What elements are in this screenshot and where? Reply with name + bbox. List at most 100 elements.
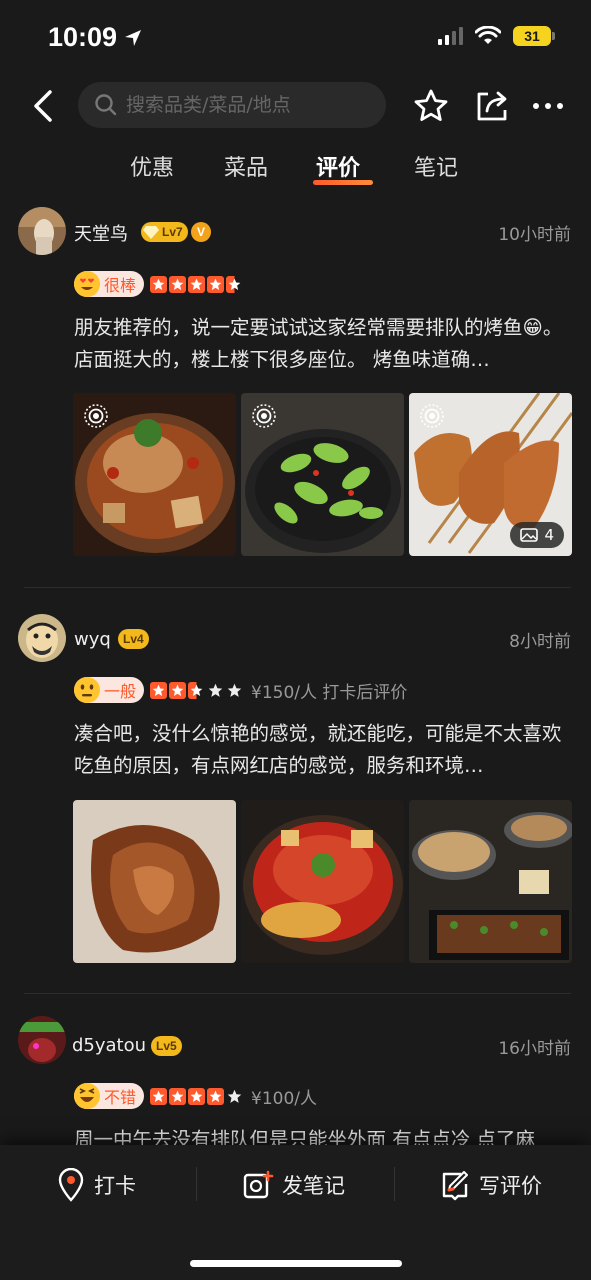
review-photo[interactable] [241, 800, 404, 963]
live-photo-icon [420, 404, 444, 428]
post-note-label: 发笔记 [282, 1174, 345, 1198]
username[interactable]: 天堂鸟 [74, 220, 128, 246]
section-tabs: 优惠 菜品 评价 笔记 [0, 150, 591, 194]
star-filled-icon [169, 681, 187, 699]
verified-badge: V [191, 222, 211, 242]
top-nav [0, 80, 591, 130]
review-photo[interactable] [73, 800, 236, 963]
image-stack-icon [520, 528, 539, 542]
review-photo[interactable]: 4 [409, 393, 572, 556]
diamond-icon [143, 226, 159, 239]
star-filled-icon [169, 275, 187, 293]
star-empty-icon [226, 1088, 243, 1105]
divider [24, 587, 571, 588]
search-bar[interactable] [78, 82, 386, 128]
star-rating [150, 1087, 243, 1105]
tab-reviews[interactable]: 评价 [316, 150, 360, 182]
mood-tag: 一般 [74, 677, 145, 703]
star-half-icon [188, 681, 206, 699]
review-text[interactable]: 凑合吧，没什么惊艳的感觉，就还能吃，可能是不太喜欢吃鱼的原因，有点网红店的感觉，… [74, 718, 564, 782]
rating-row: 一般 ¥150/人 打卡后评价 [74, 676, 407, 704]
mood-label: 很棒 [104, 276, 137, 295]
avatar[interactable] [18, 614, 66, 662]
star-filled-icon [207, 1087, 225, 1105]
review-time: 8小时前 [509, 632, 571, 652]
tab-notes[interactable]: 笔记 [414, 150, 458, 182]
tab-offers[interactable]: 优惠 [130, 150, 174, 182]
star-empty-icon [207, 682, 224, 699]
write-review-icon [442, 1171, 468, 1201]
chevron-left-icon [34, 90, 52, 122]
avatar[interactable] [18, 1016, 66, 1064]
favorite-button[interactable] [413, 88, 449, 124]
star-filled-icon [150, 1087, 168, 1105]
review-meta: ¥150/人 打卡后评价 [251, 682, 408, 703]
photo-count-badge[interactable]: 4 [510, 522, 564, 548]
level-badge: Lv7 [141, 222, 188, 242]
divider [24, 993, 571, 994]
photo-strip: 4 [73, 393, 572, 556]
mood-tag: 很棒 [74, 271, 145, 297]
wifi-icon [475, 26, 501, 44]
username[interactable]: d5yatou [72, 1035, 146, 1056]
share-button[interactable] [474, 88, 510, 124]
status-bar: 10:09 31 [0, 0, 591, 78]
review-time: 16小时前 [498, 1039, 571, 1059]
rating-row: 不错 ¥100/人 [74, 1082, 317, 1110]
cellular-signal-icon [438, 27, 463, 45]
separator [394, 1167, 395, 1201]
photo-strip [73, 800, 572, 963]
star-outline-icon [414, 89, 448, 121]
camera-note-icon [243, 1170, 274, 1199]
username[interactable]: wyq [74, 629, 111, 650]
back-button[interactable] [28, 86, 58, 126]
review-text[interactable]: 朋友推荐的，说一定要试试这家经常需要排队的烤鱼😁。 店面挺大的，楼上楼下很多座位… [74, 312, 564, 376]
search-icon [95, 94, 117, 116]
star-filled-icon [188, 1087, 206, 1105]
star-filled-icon [188, 275, 206, 293]
write-review-button[interactable]: 写评价 [439, 1167, 542, 1203]
location-pin-icon [58, 1168, 84, 1202]
photo-count: 4 [544, 526, 554, 544]
star-half-icon [226, 275, 244, 293]
star-filled-icon [169, 1087, 187, 1105]
avatar[interactable] [18, 207, 66, 255]
level-text: Lv7 [162, 225, 183, 239]
share-icon [477, 91, 507, 121]
level-badge: Lv4 [118, 629, 149, 649]
star-filled-icon [150, 275, 168, 293]
star-rating [150, 681, 243, 699]
live-photo-icon [252, 404, 276, 428]
level-badge: Lv5 [151, 1036, 182, 1056]
star-filled-icon [207, 275, 225, 293]
mood-tag: 不错 [74, 1083, 145, 1109]
status-time-text: 10:09 [48, 22, 118, 52]
search-input[interactable] [124, 93, 368, 117]
battery-level: 31 [524, 28, 540, 44]
status-icons: 31 [438, 26, 555, 46]
checkin-label: 打卡 [94, 1174, 136, 1198]
more-button[interactable] [530, 88, 566, 124]
mood-label: 不错 [104, 1088, 137, 1107]
home-indicator [190, 1260, 402, 1267]
status-time: 10:09 [48, 22, 143, 53]
review-photo[interactable] [241, 393, 404, 556]
location-arrow-icon [125, 29, 142, 46]
review-photo[interactable] [73, 393, 236, 556]
post-note-button[interactable]: 发笔记 [242, 1167, 345, 1203]
active-tab-indicator [313, 180, 373, 185]
review-card: wyq Lv4 8小时前 一般 ¥150/人 打卡后评价 凑合吧，没什么惊艳的感… [0, 614, 591, 994]
checkin-button[interactable]: 打卡 [56, 1167, 136, 1203]
separator [196, 1167, 197, 1201]
battery-icon: 31 [513, 26, 555, 46]
review-photo[interactable] [409, 800, 572, 963]
bottom-action-bar: 打卡 发笔记 写评价 [0, 1145, 591, 1280]
more-dots-icon [533, 103, 563, 109]
laughing-face-emoji-icon [74, 1083, 100, 1109]
write-review-label: 写评价 [479, 1174, 542, 1198]
heart-eyes-emoji-icon [74, 271, 100, 297]
tab-dishes[interactable]: 菜品 [224, 150, 268, 182]
review-meta: ¥100/人 [251, 1088, 318, 1109]
review-card: d5yatou Lv5 16小时前 不错 ¥100/人 周一中午去没有排队但是只… [0, 1016, 591, 1151]
mood-label: 一般 [104, 682, 137, 701]
